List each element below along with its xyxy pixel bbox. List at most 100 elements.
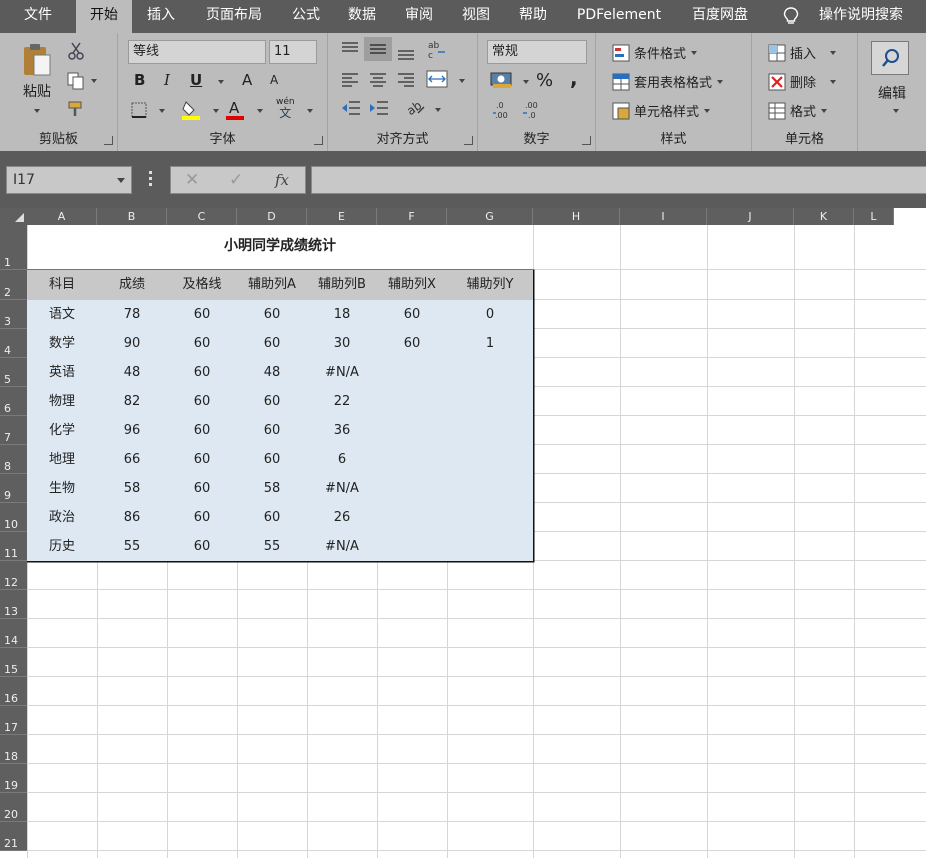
table-cell[interactable] bbox=[447, 532, 533, 561]
table-cell[interactable]: 60 bbox=[167, 416, 237, 445]
table-cell[interactable]: 60 bbox=[167, 387, 237, 416]
table-cell[interactable]: 60 bbox=[237, 300, 307, 329]
table-cell[interactable]: 60 bbox=[167, 532, 237, 561]
table-cell[interactable]: 60 bbox=[237, 329, 307, 358]
table-cell[interactable] bbox=[377, 387, 447, 416]
fill-color-dropdown-icon[interactable] bbox=[213, 109, 219, 113]
column-header[interactable]: E bbox=[307, 208, 377, 225]
table-cell[interactable]: 60 bbox=[237, 503, 307, 532]
editing-label[interactable]: 编辑 bbox=[858, 83, 926, 103]
row-header[interactable]: 14 bbox=[0, 619, 27, 648]
row-header[interactable]: 11 bbox=[0, 532, 27, 561]
column-header[interactable]: A bbox=[27, 208, 97, 225]
tell-me-search[interactable]: 操作说明搜索 bbox=[808, 0, 914, 33]
column-header[interactable]: F bbox=[377, 208, 447, 225]
table-cell[interactable]: 60 bbox=[237, 416, 307, 445]
sheet-title[interactable]: 小明同学成绩统计 bbox=[27, 235, 533, 255]
table-cell[interactable] bbox=[377, 445, 447, 474]
cut-icon[interactable] bbox=[66, 41, 86, 61]
merge-dropdown-icon[interactable] bbox=[459, 79, 465, 83]
accounting-format-icon[interactable] bbox=[490, 71, 514, 89]
tab-pdfelement[interactable]: PDFelement bbox=[566, 0, 672, 33]
align-top-icon[interactable] bbox=[340, 41, 360, 57]
borders-icon[interactable] bbox=[130, 101, 148, 119]
table-header-cell[interactable]: 辅助列Y bbox=[447, 270, 533, 300]
table-cell[interactable]: 化学 bbox=[27, 416, 97, 445]
row-header[interactable]: 10 bbox=[0, 503, 27, 532]
table-cell[interactable] bbox=[377, 358, 447, 387]
cell-styles-button[interactable]: 单元格样式 bbox=[612, 101, 711, 120]
bold-button[interactable]: B bbox=[134, 71, 145, 89]
table-cell[interactable]: 60 bbox=[377, 300, 447, 329]
table-header-cell[interactable]: 辅助列A bbox=[237, 270, 307, 300]
row-header[interactable]: 4 bbox=[0, 329, 27, 358]
worksheet-grid[interactable]: A B C D E F G H I J K L 1 2 3 4 5 6 7 8 9 10 11 12 13 14 15 16 17 18 1… bbox=[0, 208, 926, 858]
column-header[interactable]: B bbox=[97, 208, 167, 225]
tab-data[interactable]: 数据 bbox=[337, 0, 387, 33]
table-cell[interactable] bbox=[377, 416, 447, 445]
row-header[interactable]: 21 bbox=[0, 822, 27, 851]
table-cell[interactable]: #N/A bbox=[307, 532, 377, 561]
table-cell[interactable] bbox=[377, 474, 447, 503]
increase-decimal-icon[interactable]: .0.00 bbox=[492, 99, 514, 121]
table-cell[interactable]: 60 bbox=[237, 387, 307, 416]
column-header[interactable]: J bbox=[707, 208, 794, 225]
orientation-dropdown-icon[interactable] bbox=[435, 108, 441, 112]
column-header[interactable]: C bbox=[167, 208, 237, 225]
table-cell[interactable]: 82 bbox=[97, 387, 167, 416]
format-as-table-button[interactable]: 套用表格格式 bbox=[612, 72, 724, 91]
tab-insert[interactable]: 插入 bbox=[135, 0, 187, 33]
table-cell[interactable]: 60 bbox=[377, 329, 447, 358]
column-header[interactable]: H bbox=[533, 208, 620, 225]
row-header[interactable]: 1 bbox=[0, 225, 27, 270]
format-cells-button[interactable]: 格式 bbox=[768, 101, 828, 120]
table-cell[interactable]: 30 bbox=[307, 329, 377, 358]
orientation-icon[interactable]: ab bbox=[404, 97, 426, 117]
align-middle-button[interactable] bbox=[364, 37, 392, 61]
table-cell[interactable]: 1 bbox=[447, 329, 533, 358]
decrease-decimal-icon[interactable]: .00.0 bbox=[522, 99, 544, 121]
font-name-select[interactable]: 等线 bbox=[128, 40, 266, 64]
table-header-cell[interactable]: 科目 bbox=[27, 270, 97, 300]
row-header[interactable]: 6 bbox=[0, 387, 27, 416]
font-color-dropdown-icon[interactable] bbox=[257, 109, 263, 113]
table-cell[interactable] bbox=[447, 474, 533, 503]
align-right-icon[interactable] bbox=[396, 71, 416, 87]
table-cell[interactable]: 26 bbox=[307, 503, 377, 532]
table-cell[interactable]: 地理 bbox=[27, 445, 97, 474]
find-button[interactable] bbox=[871, 41, 909, 75]
italic-button[interactable]: I bbox=[164, 71, 170, 89]
table-cell[interactable]: 6 bbox=[307, 445, 377, 474]
table-cell[interactable]: #N/A bbox=[307, 358, 377, 387]
tab-baidu-netdisk[interactable]: 百度网盘 bbox=[680, 0, 760, 33]
drag-handle-icon[interactable] bbox=[149, 171, 153, 189]
row-header[interactable]: 9 bbox=[0, 474, 27, 503]
table-cell[interactable] bbox=[447, 387, 533, 416]
tab-page-layout[interactable]: 页面布局 bbox=[195, 0, 273, 33]
clipboard-launcher-icon[interactable] bbox=[104, 136, 113, 145]
copy-button[interactable] bbox=[66, 71, 97, 91]
table-cell[interactable]: 55 bbox=[97, 532, 167, 561]
table-cell[interactable]: 物理 bbox=[27, 387, 97, 416]
paste-button[interactable]: 粘贴 bbox=[14, 41, 60, 129]
wrap-text-icon[interactable]: abc bbox=[426, 39, 448, 59]
number-launcher-icon[interactable] bbox=[582, 136, 591, 145]
table-cell[interactable] bbox=[377, 503, 447, 532]
grow-font-button[interactable]: A bbox=[242, 71, 252, 89]
row-header[interactable]: 12 bbox=[0, 561, 27, 590]
row-header[interactable]: 15 bbox=[0, 648, 27, 677]
tab-help[interactable]: 帮助 bbox=[508, 0, 558, 33]
insert-function-icon[interactable]: fx bbox=[275, 171, 289, 189]
column-header[interactable]: G bbox=[447, 208, 533, 225]
decrease-indent-icon[interactable] bbox=[340, 99, 362, 117]
shrink-font-button[interactable]: A bbox=[270, 73, 278, 87]
row-header[interactable]: 3 bbox=[0, 300, 27, 329]
merge-center-icon[interactable] bbox=[426, 69, 448, 89]
tab-file[interactable]: 文件 bbox=[10, 0, 66, 33]
table-cell[interactable]: 36 bbox=[307, 416, 377, 445]
row-header[interactable]: 18 bbox=[0, 735, 27, 764]
name-box[interactable]: I17 bbox=[6, 166, 132, 194]
number-format-select[interactable]: 常规 bbox=[487, 40, 587, 64]
accounting-dropdown-icon[interactable] bbox=[523, 80, 529, 84]
font-launcher-icon[interactable] bbox=[314, 136, 323, 145]
